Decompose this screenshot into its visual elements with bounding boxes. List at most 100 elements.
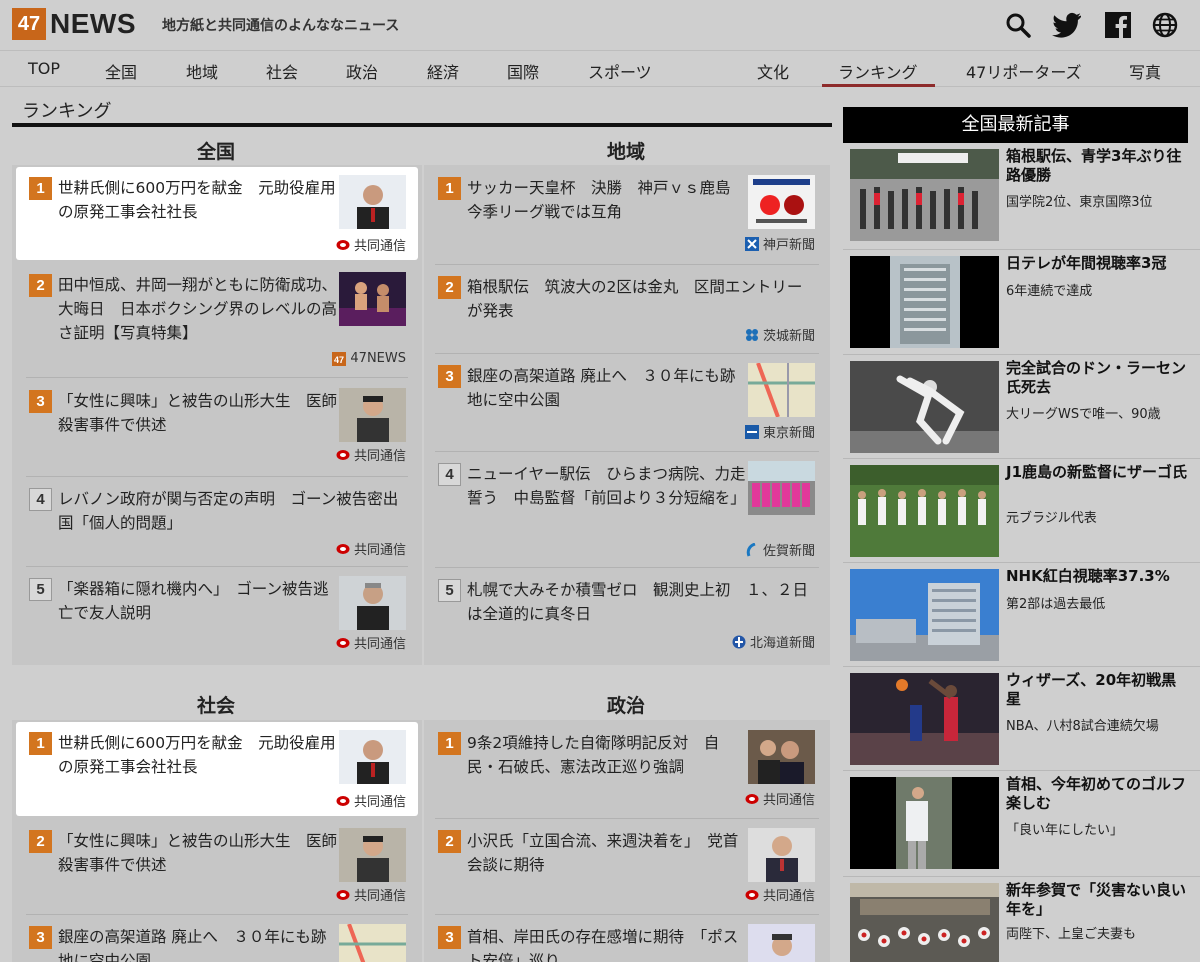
sidebar-article-title[interactable]: ウィザーズ、20年初戦黒星 bbox=[1006, 671, 1191, 709]
article-source: 東京新聞 bbox=[744, 422, 815, 441]
nav-keizai[interactable]: 経済 bbox=[427, 59, 459, 83]
sidebar-article[interactable]: 日テレが年間視聴率3冠 6年連続で達成 bbox=[843, 250, 1200, 352]
nav-sports[interactable]: スポーツ bbox=[588, 59, 652, 83]
article-title[interactable]: 小沢氏「立国合流、来週決着を」 党首会談に期待 bbox=[467, 829, 749, 877]
ranking-item[interactable]: 3 銀座の高架道路 廃止へ ３０年にも跡地に空中公園 東京新聞 bbox=[425, 355, 827, 447]
nav-top[interactable]: TOP bbox=[28, 59, 60, 78]
nav-active-indicator bbox=[822, 84, 935, 87]
kyodo-logo-icon bbox=[745, 793, 759, 804]
facebook-icon[interactable] bbox=[1105, 12, 1131, 38]
sidebar-article[interactable]: 箱根駅伝、青学3年ぶり往路優勝 国学院2位、東京国際3位 bbox=[843, 143, 1200, 247]
article-title[interactable]: 世耕氏側に600万円を献金 元助役雇用の原発工事会社社長 bbox=[58, 731, 340, 779]
ranking-item[interactable]: 1 世耕氏側に600万円を献金 元助役雇用の原発工事会社社長 共同通信 bbox=[16, 722, 418, 816]
nav-ranking[interactable]: ランキング bbox=[838, 59, 918, 83]
item-divider bbox=[26, 914, 408, 915]
article-thumbnail[interactable] bbox=[850, 149, 999, 241]
article-thumbnail[interactable] bbox=[339, 924, 406, 962]
ranking-item[interactable]: 3 銀座の高架道路 廃止へ ３０年にも跡地に空中公園 bbox=[16, 916, 418, 962]
article-thumbnail[interactable] bbox=[339, 576, 406, 630]
article-title[interactable]: 「女性に興味」と被告の山形大生 医師殺害事件で供述 bbox=[58, 389, 340, 437]
article-thumbnail[interactable] bbox=[339, 388, 406, 442]
nav-shashin[interactable]: 写真 bbox=[1129, 59, 1161, 83]
saga-shimbun-logo-icon bbox=[746, 542, 756, 557]
rank-number: 3 bbox=[29, 390, 52, 413]
article-title[interactable]: 銀座の高架道路 廃止へ ３０年にも跡地に空中公園 bbox=[58, 925, 340, 962]
sidebar-article-title[interactable]: 箱根駅伝、青学3年ぶり往路優勝 bbox=[1006, 147, 1191, 185]
article-thumbnail[interactable] bbox=[748, 730, 815, 784]
article-thumbnail[interactable] bbox=[850, 777, 999, 869]
twitter-icon[interactable] bbox=[1052, 12, 1082, 38]
nav-chiiki[interactable]: 地域 bbox=[186, 59, 218, 83]
sidebar-article[interactable]: J1鹿島の新監督にザーゴ氏 元ブラジル代表 bbox=[843, 459, 1200, 561]
ranking-item[interactable]: 1 サッカー天皇杯 決勝 神戸ｖｓ鹿島 今季リーグ戦では互角 神戸新聞 bbox=[425, 167, 827, 259]
ranking-item[interactable]: 2 箱根駅伝 筑波大の2区は金丸 区間エントリーが発表 茨城新聞 bbox=[425, 266, 827, 350]
nav-47reporters[interactable]: 47リポーターズ bbox=[966, 59, 1082, 83]
sidebar-article-title[interactable]: 新年参賀で「災害ない良い年を」 bbox=[1006, 881, 1191, 919]
sidebar-article-subtitle: 元ブラジル代表 bbox=[1006, 511, 1097, 526]
article-thumbnail[interactable] bbox=[748, 924, 815, 962]
article-title[interactable]: レバノン政府が関与否定の声明 ゴーン被告密出国「個人的問題」 bbox=[58, 487, 408, 535]
sidebar-article-title[interactable]: NHK紅白視聴率37.3% bbox=[1006, 567, 1191, 586]
article-title[interactable]: 9条2項維持した自衛隊明記反対 自民・石破氏、憲法改正巡り強調 bbox=[467, 731, 749, 779]
article-title[interactable]: 箱根駅伝 筑波大の2区は金丸 区間エントリーが発表 bbox=[467, 275, 817, 323]
article-title[interactable]: 「楽器箱に隠れ機内へ」 ゴーン被告逃亡で友人説明 bbox=[58, 577, 340, 625]
nav-kokusai[interactable]: 国際 bbox=[507, 59, 539, 83]
article-thumbnail[interactable] bbox=[748, 828, 815, 882]
sidebar-article[interactable]: NHK紅白視聴率37.3% 第2部は過去最低 bbox=[843, 563, 1200, 665]
article-title[interactable]: 銀座の高架道路 廃止へ ３０年にも跡地に空中公園 bbox=[467, 364, 749, 412]
article-title[interactable]: 世耕氏側に600万円を献金 元助役雇用の原発工事会社社長 bbox=[58, 176, 340, 224]
article-title[interactable]: 首相、岸田氏の存在感増に期待 「ポスト安倍」巡り bbox=[467, 925, 749, 962]
article-thumbnail[interactable] bbox=[850, 883, 999, 962]
sidebar-article-title[interactable]: 日テレが年間視聴率3冠 bbox=[1006, 254, 1191, 273]
article-title[interactable]: サッカー天皇杯 決勝 神戸ｖｓ鹿島 今季リーグ戦では互角 bbox=[467, 176, 749, 224]
ranking-item[interactable]: 2 田中恒成、井岡一翔がともに防衛成功、大晦日 日本ボクシング界のレベルの高さ証… bbox=[16, 264, 418, 372]
ranking-item[interactable]: 3 首相、岸田氏の存在感増に期待 「ポスト安倍」巡り bbox=[425, 916, 827, 962]
rank-number: 3 bbox=[438, 365, 461, 388]
article-thumbnail[interactable] bbox=[850, 465, 999, 557]
article-thumbnail[interactable] bbox=[850, 673, 999, 765]
item-divider bbox=[26, 377, 408, 378]
ranking-item[interactable]: 4 レバノン政府が関与否定の声明 ゴーン被告密出国「個人的問題」 共同通信 bbox=[16, 478, 418, 564]
sidebar-article[interactable]: 完全試合のドン・ラーセン氏死去 大リーグWSで唯一、90歳 bbox=[843, 355, 1200, 457]
sidebar-article-title[interactable]: 首相、今年初めてのゴルフ楽しむ bbox=[1006, 775, 1191, 813]
sidebar-article[interactable]: 新年参賀で「災害ない良い年を」 両陛下、上皇ご夫妻も bbox=[843, 877, 1200, 962]
article-thumbnail[interactable] bbox=[339, 272, 406, 326]
nav-bunka[interactable]: 文化 bbox=[757, 59, 789, 83]
article-source: 共同通信 bbox=[336, 539, 406, 558]
article-thumbnail[interactable] bbox=[748, 175, 815, 229]
nav-zenkoku[interactable]: 全国 bbox=[105, 59, 137, 83]
ranking-item[interactable]: 5 「楽器箱に隠れ機内へ」 ゴーン被告逃亡で友人説明 共同通信 bbox=[16, 568, 418, 658]
ranking-item[interactable]: 5 札幌で大みそか積雪ゼロ 観測史上初 １、２日は全道的に真冬日 北海道新聞 bbox=[425, 569, 827, 657]
sidebar-article-title[interactable]: 完全試合のドン・ラーセン氏死去 bbox=[1006, 359, 1191, 397]
article-thumbnail[interactable] bbox=[339, 175, 406, 229]
article-source: 47 47NEWS bbox=[332, 351, 406, 366]
nav-shakai[interactable]: 社会 bbox=[266, 59, 298, 83]
ranking-item[interactable]: 3 「女性に興味」と被告の山形大生 医師殺害事件で供述 共同通信 bbox=[16, 380, 418, 470]
sidebar-article-title[interactable]: J1鹿島の新監督にザーゴ氏 bbox=[1006, 463, 1191, 482]
nav-seiji[interactable]: 政治 bbox=[346, 59, 378, 83]
article-thumbnail[interactable] bbox=[339, 730, 406, 784]
article-thumbnail[interactable] bbox=[748, 461, 815, 515]
ranking-item[interactable]: 4 ニューイヤー駅伝 ひらまつ病院、力走誓う 中島監督「前回より３分短縮を」 佐… bbox=[425, 453, 827, 565]
sidebar-article[interactable]: ウィザーズ、20年初戦黒星 NBA、八村8試合連続欠場 bbox=[843, 667, 1200, 769]
article-thumbnail[interactable] bbox=[748, 363, 815, 417]
ranking-item[interactable]: 1 9条2項維持した自衛隊明記反対 自民・石破氏、憲法改正巡り強調 共同通信 bbox=[425, 722, 827, 814]
article-title[interactable]: 田中恒成、井岡一翔がともに防衛成功、大晦日 日本ボクシング界のレベルの高さ証明【… bbox=[58, 273, 340, 345]
article-title[interactable]: 「女性に興味」と被告の山形大生 医師殺害事件で供述 bbox=[58, 829, 340, 877]
article-thumbnail[interactable] bbox=[850, 361, 999, 453]
sidebar-article[interactable]: 首相、今年初めてのゴルフ楽しむ 「良い年にしたい」 bbox=[843, 771, 1200, 875]
article-title[interactable]: 札幌で大みそか積雪ゼロ 観測史上初 １、２日は全道的に真冬日 bbox=[467, 578, 817, 626]
search-icon[interactable] bbox=[1005, 12, 1031, 38]
article-thumbnail[interactable] bbox=[850, 256, 999, 348]
article-thumbnail[interactable] bbox=[339, 828, 406, 882]
kobe-shimbun-logo-icon bbox=[744, 236, 759, 251]
article-title[interactable]: ニューイヤー駅伝 ひらまつ病院、力走誓う 中島監督「前回より３分短縮を」 bbox=[467, 462, 749, 510]
ranking-item[interactable]: 2 小沢氏「立国合流、来週決着を」 党首会談に期待 共同通信 bbox=[425, 820, 827, 910]
ranking-item[interactable]: 1 世耕氏側に600万円を献金 元助役雇用の原発工事会社社長 共同通信 bbox=[16, 167, 418, 260]
sidebar-article-subtitle: 国学院2位、東京国際3位 bbox=[1006, 195, 1153, 210]
ranking-item[interactable]: 2 「女性に興味」と被告の山形大生 医師殺害事件で供述 共同通信 bbox=[16, 820, 418, 910]
globe-icon[interactable] bbox=[1152, 12, 1178, 38]
article-thumbnail[interactable] bbox=[850, 569, 999, 661]
site-logo[interactable]: 47 NEWS bbox=[12, 8, 136, 40]
source-label: 47NEWS bbox=[350, 351, 406, 366]
